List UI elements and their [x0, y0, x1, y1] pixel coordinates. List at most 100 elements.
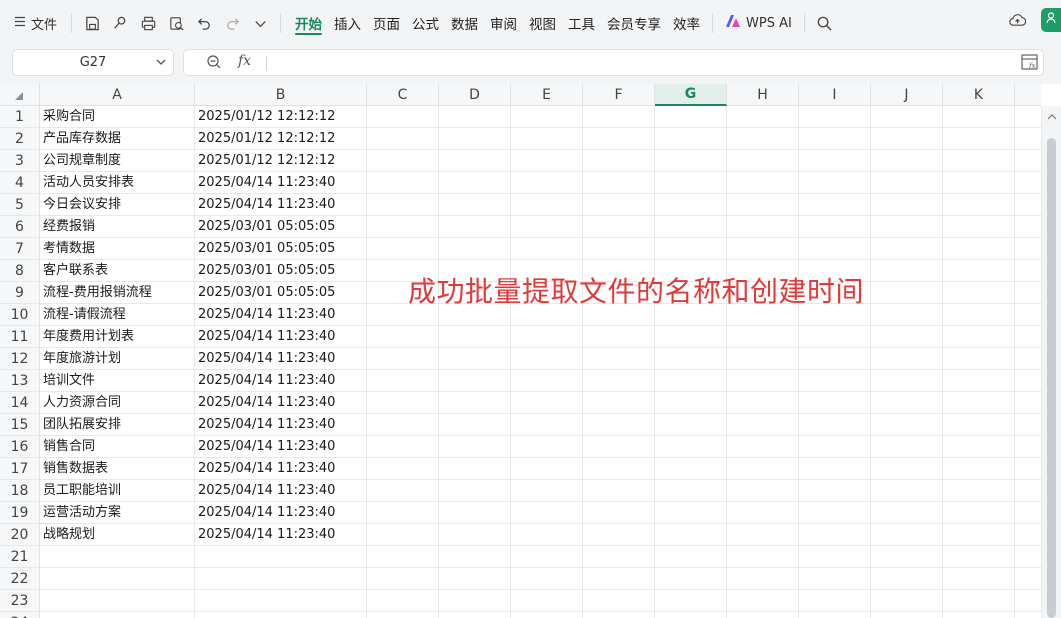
share-icon[interactable] — [109, 12, 131, 34]
scroll-up-icon[interactable] — [1047, 110, 1057, 125]
search-icon[interactable] — [814, 12, 836, 34]
column-header[interactable]: B — [195, 84, 367, 106]
cell-created-time[interactable]: 2025/03/01 05:05:05 — [195, 282, 367, 304]
name-box[interactable]: G27 — [12, 49, 174, 76]
scrollbar-thumb[interactable] — [1047, 138, 1056, 618]
tab-view[interactable]: 视图 — [523, 8, 562, 38]
cell-file-name[interactable]: 流程-请假流程 — [40, 304, 195, 326]
cell-file-name[interactable]: 人力资源合同 — [40, 392, 195, 414]
cell-created-time[interactable]: 2025/04/14 11:23:40 — [195, 436, 367, 458]
spreadsheet-grid[interactable]: A B C D E F G H I J K 1 采购合同 2025/01/12 12:12:12 2 产品库存… — [0, 84, 1041, 618]
function-icon[interactable]: fx — [238, 53, 251, 69]
expand-formula-icon[interactable]: fx — [1021, 54, 1039, 75]
cell-created-time[interactable]: 2025/04/14 11:23:40 — [195, 370, 367, 392]
undo-icon[interactable] — [193, 12, 215, 34]
tab-home[interactable]: 开始 — [289, 8, 328, 38]
cell-created-time[interactable]: 2025/04/14 11:23:40 — [195, 194, 367, 216]
cell-file-name[interactable]: 今日会议安排 — [40, 194, 195, 216]
cell-file-name[interactable]: 销售合同 — [40, 436, 195, 458]
cell-created-time[interactable]: 2025/01/12 12:12:12 — [195, 150, 367, 172]
cell-created-time[interactable]: 2025/04/14 11:23:40 — [195, 326, 367, 348]
tab-data[interactable]: 数据 — [445, 8, 484, 38]
print-icon[interactable] — [137, 12, 159, 34]
tab-efficiency[interactable]: 效率 — [667, 8, 706, 38]
cell-file-name[interactable]: 经费报销 — [40, 216, 195, 238]
select-all-corner[interactable] — [0, 84, 40, 106]
column-header[interactable]: I — [799, 84, 871, 106]
row-header[interactable]: 19 — [0, 502, 40, 524]
column-header[interactable]: K — [943, 84, 1015, 106]
cell-created-time[interactable]: 2025/03/01 05:05:05 — [195, 216, 367, 238]
cell-file-name[interactable]: 战略规划 — [40, 524, 195, 546]
row-header[interactable]: 16 — [0, 436, 40, 458]
cell-created-time[interactable]: 2025/01/12 12:12:12 — [195, 128, 367, 150]
row-header[interactable]: 12 — [0, 348, 40, 370]
cell-created-time[interactable]: 2025/01/12 12:12:12 — [195, 106, 367, 128]
column-header[interactable]: F — [583, 84, 655, 106]
row-header[interactable]: 8 — [0, 260, 40, 282]
cell-file-name[interactable]: 活动人员安排表 — [40, 172, 195, 194]
file-menu-button[interactable]: 文件 — [14, 8, 57, 38]
cell-file-name[interactable]: 年度费用计划表 — [40, 326, 195, 348]
row-header[interactable]: 17 — [0, 458, 40, 480]
row-header[interactable]: 4 — [0, 172, 40, 194]
cell-created-time[interactable]: 2025/04/14 11:23:40 — [195, 458, 367, 480]
cloud-upload-icon[interactable] — [1006, 9, 1028, 31]
cell-created-time[interactable]: 2025/04/14 11:23:40 — [195, 392, 367, 414]
column-header[interactable]: A — [40, 84, 195, 106]
column-header[interactable]: C — [367, 84, 439, 106]
row-header[interactable]: 15 — [0, 414, 40, 436]
tab-insert[interactable]: 插入 — [328, 8, 367, 38]
row-header[interactable]: 18 — [0, 480, 40, 502]
tab-tools[interactable]: 工具 — [562, 8, 601, 38]
column-header[interactable]: H — [727, 84, 799, 106]
cell-created-time[interactable]: 2025/04/14 11:23:40 — [195, 524, 367, 546]
row-header[interactable]: 13 — [0, 370, 40, 392]
tab-page[interactable]: 页面 — [367, 8, 406, 38]
cell-file-name[interactable]: 运营活动方案 — [40, 502, 195, 524]
cell-file-name[interactable]: 销售数据表 — [40, 458, 195, 480]
row-header[interactable]: 9 — [0, 282, 40, 304]
row-header[interactable]: 3 — [0, 150, 40, 172]
cell-file-name[interactable]: 流程-费用报销流程 — [40, 282, 195, 304]
row-header[interactable]: 14 — [0, 392, 40, 414]
cell-file-name[interactable]: 团队拓展安排 — [40, 414, 195, 436]
chevron-down-icon[interactable] — [155, 55, 167, 73]
chevron-down-icon[interactable] — [249, 12, 271, 34]
cell-created-time[interactable]: 2025/04/14 11:23:40 — [195, 480, 367, 502]
cell-created-time[interactable]: 2025/03/01 05:05:05 — [195, 238, 367, 260]
save-icon[interactable] — [81, 12, 103, 34]
row-header[interactable]: 24 — [0, 612, 40, 618]
column-header[interactable]: J — [871, 84, 943, 106]
tab-formula[interactable]: 公式 — [406, 8, 445, 38]
tab-member[interactable]: 会员专享 — [601, 8, 667, 38]
zoom-icon[interactable] — [206, 54, 222, 74]
print-preview-icon[interactable] — [165, 12, 187, 34]
redo-icon[interactable] — [221, 12, 243, 34]
row-header[interactable]: 11 — [0, 326, 40, 348]
tab-review[interactable]: 审阅 — [484, 8, 523, 38]
row-header[interactable]: 10 — [0, 304, 40, 326]
row-header[interactable]: 7 — [0, 238, 40, 260]
row-header[interactable]: 6 — [0, 216, 40, 238]
cell-created-time[interactable]: 2025/03/01 05:05:05 — [195, 260, 367, 282]
cell-file-name[interactable]: 培训文件 — [40, 370, 195, 392]
wps-ai-button[interactable]: WPS AI — [719, 8, 798, 38]
cell-created-time[interactable]: 2025/04/14 11:23:40 — [195, 414, 367, 436]
formula-input[interactable]: fx fx — [183, 49, 1044, 76]
cell-created-time[interactable]: 2025/04/14 11:23:40 — [195, 502, 367, 524]
row-header[interactable]: 1 — [0, 106, 40, 128]
cell-file-name[interactable]: 年度旅游计划 — [40, 348, 195, 370]
cell-created-time[interactable]: 2025/04/14 11:23:40 — [195, 348, 367, 370]
cell-file-name[interactable]: 产品库存数据 — [40, 128, 195, 150]
column-header[interactable]: E — [511, 84, 583, 106]
cell-created-time[interactable]: 2025/04/14 11:23:40 — [195, 172, 367, 194]
cell-file-name[interactable]: 采购合同 — [40, 106, 195, 128]
cell-file-name[interactable]: 员工职能培训 — [40, 480, 195, 502]
cell-created-time[interactable]: 2025/04/14 11:23:40 — [195, 304, 367, 326]
row-header[interactable]: 23 — [0, 590, 40, 612]
share-collab-button[interactable] — [1041, 8, 1061, 32]
row-header[interactable]: 20 — [0, 524, 40, 546]
vertical-scrollbar[interactable] — [1041, 106, 1061, 618]
cell-file-name[interactable]: 公司规章制度 — [40, 150, 195, 172]
